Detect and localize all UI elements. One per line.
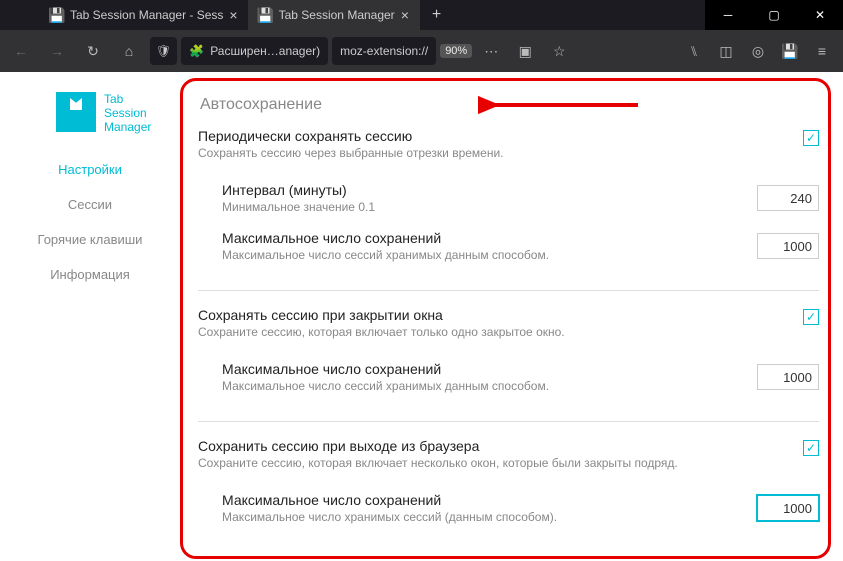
save-icon: 💾 [259,8,273,22]
divider [198,421,819,422]
back-button[interactable]: ← [6,36,36,66]
reader-icon[interactable]: ▣ [510,36,540,66]
new-tab-button[interactable]: + [420,0,453,30]
url-field[interactable]: moz-extension:// [332,37,436,65]
star-icon[interactable]: ☆ [544,36,574,66]
close-icon[interactable]: × [401,7,409,23]
home-button[interactable]: ⌂ [114,36,144,66]
app-name-line: Session [104,106,151,120]
shield-icon[interactable]: 🛡 [150,37,177,65]
sidebar-item-info[interactable]: Информация [0,257,180,292]
setting-desc: Сохранять сессию через выбранные отрезки… [198,146,791,160]
max-saves-input[interactable] [757,233,819,259]
setting-label: Интервал (минуты) [222,182,745,198]
setting-desc: Сохраните сессию, которая включает неско… [198,456,791,470]
interval-input[interactable] [757,185,819,211]
checkbox[interactable]: ✓ [803,130,819,146]
sidebar-item-hotkeys[interactable]: Горячие клавиши [0,222,180,257]
tab-title: Tab Session Manager [279,8,395,22]
account-icon[interactable]: ◎ [743,36,773,66]
window-titlebar: 💾 Tab Session Manager - Sess × 💾 Tab Ses… [0,0,843,30]
app-logo: Tab Session Manager [0,92,180,152]
max-saves-input[interactable] [757,364,819,390]
setting-desc: Максимальное число сессий хранимых данны… [222,379,745,393]
url-text: moz-extension:// [340,44,428,58]
sidebar-icon[interactable]: ◫ [711,36,741,66]
minimize-button[interactable]: ─ [705,0,751,30]
close-button[interactable]: ✕ [797,0,843,30]
meatballs-icon[interactable]: ⋯ [476,36,506,66]
browser-tab-inactive[interactable]: 💾 Tab Session Manager - Sess × [40,0,249,30]
setting-desc: Максимальное число хранимых сессий (данн… [222,510,745,524]
sidebar-item-sessions[interactable]: Сессии [0,187,180,222]
zoom-badge[interactable]: 90% [440,44,472,58]
forward-button[interactable]: → [42,36,72,66]
sidebar: Tab Session Manager Настройки Сессии Гор… [0,72,180,561]
setting-label: Периодически сохранять сессию [198,128,791,144]
divider [198,290,819,291]
page-content: Tab Session Manager Настройки Сессии Гор… [0,72,843,561]
setting-desc: Минимальное значение 0.1 [222,200,745,214]
settings-panel: Автосохранение Периодически сохранять се… [180,72,843,561]
menu-icon[interactable]: ≡ [807,36,837,66]
max-saves-input[interactable] [757,495,819,521]
app-name-line: Manager [104,120,151,134]
checkbox[interactable]: ✓ [803,440,819,456]
section-title: Автосохранение [200,96,819,114]
save-session-icon[interactable]: 💾 [775,36,805,66]
maximize-button[interactable]: ▢ [751,0,797,30]
setting-label: Максимальное число сохранений [222,361,745,377]
tab-title: Tab Session Manager - Sess [70,8,223,22]
library-icon[interactable]: ⑊ [679,36,709,66]
sidebar-item-settings[interactable]: Настройки [0,152,180,187]
setting-label: Максимальное число сохранений [222,230,745,246]
save-icon [56,92,96,132]
setting-label: Максимальное число сохранений [222,492,745,508]
puzzle-icon: 🧩 [189,44,204,58]
app-name-line: Tab [104,92,151,106]
browser-toolbar: ← → ↻ ⌂ 🛡 🧩 Расширен…anager) moz-extensi… [0,30,843,72]
window-controls: ─ ▢ ✕ [705,0,843,30]
setting-browser-exit-save: Сохранить сессию при выходе из браузера … [198,438,819,532]
extension-badge[interactable]: 🧩 Расширен…anager) [181,37,328,65]
browser-tab-active[interactable]: 💾 Tab Session Manager × [249,0,420,30]
setting-window-close-save: Сохранять сессию при закрытии окна Сохра… [198,307,819,401]
setting-periodic-save: Периодически сохранять сессию Сохранять … [198,128,819,270]
extension-label: Расширен…anager) [210,44,320,58]
setting-desc: Сохраните сессию, которая включает тольк… [198,325,791,339]
setting-label: Сохранять сессию при закрытии окна [198,307,791,323]
close-icon[interactable]: × [229,7,237,23]
setting-label: Сохранить сессию при выходе из браузера [198,438,791,454]
checkbox[interactable]: ✓ [803,309,819,325]
reload-button[interactable]: ↻ [78,36,108,66]
setting-desc: Максимальное число сессий хранимых данны… [222,248,745,262]
tab-strip: 💾 Tab Session Manager - Sess × 💾 Tab Ses… [0,0,705,30]
save-icon: 💾 [50,8,64,22]
